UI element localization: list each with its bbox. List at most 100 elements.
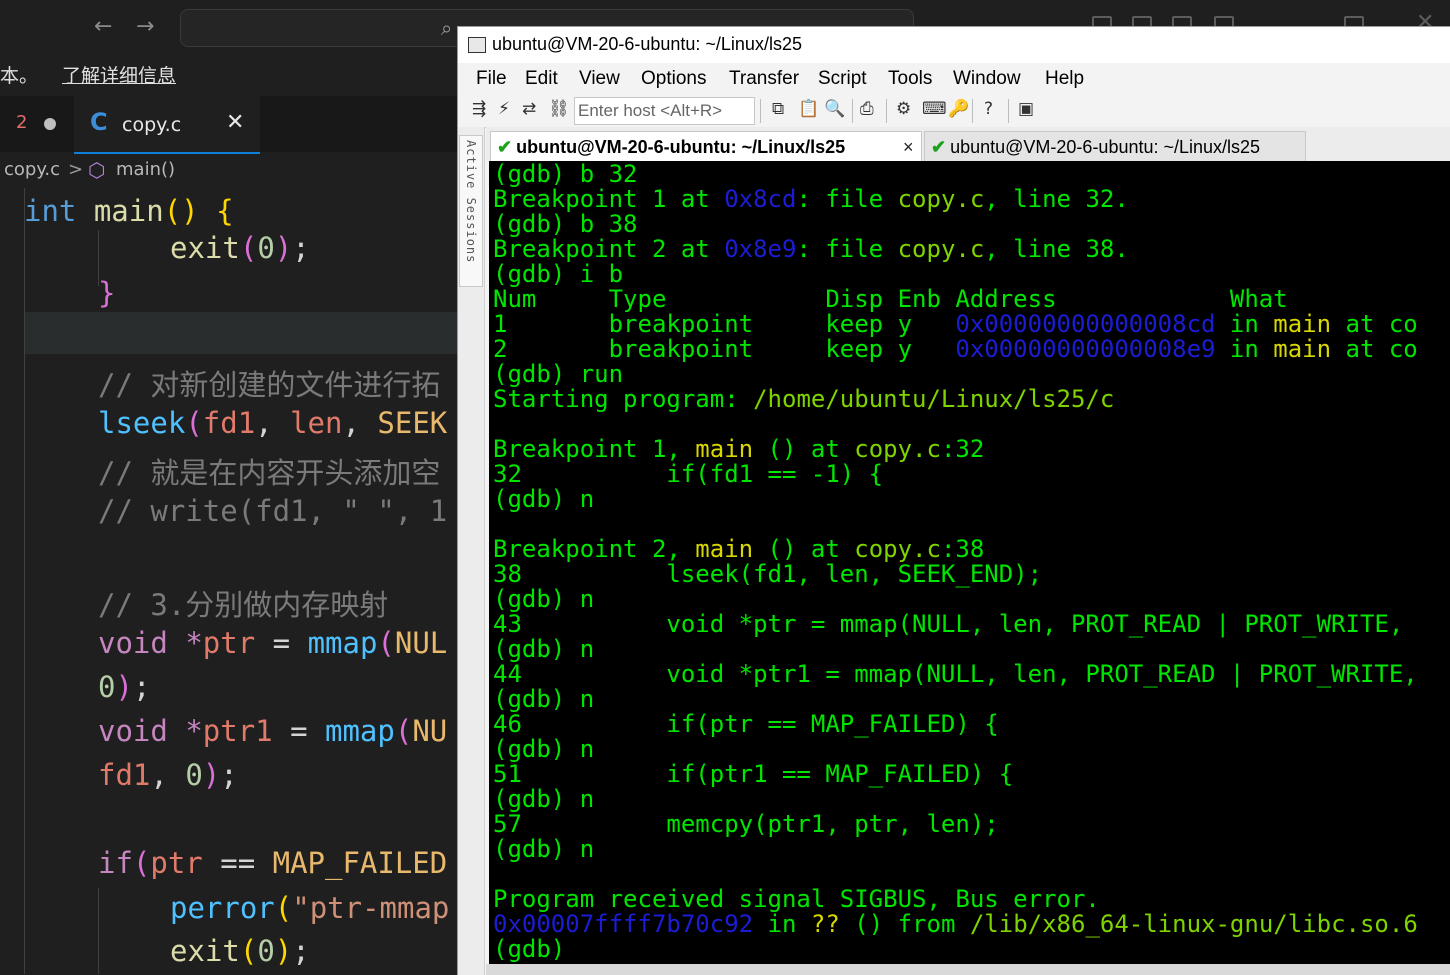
breadcrumb-symbol[interactable]: main(): [116, 152, 175, 188]
host-input[interactable]: Enter host <Alt+R>: [574, 97, 755, 125]
menu-transfer[interactable]: Transfer: [729, 68, 799, 90]
code-token: (: [239, 231, 258, 265]
disconnect-icon[interactable]: ⛓: [548, 99, 570, 119]
code-token: (: [377, 626, 395, 660]
forward-arrow-icon[interactable]: →: [136, 14, 154, 39]
code-token: len: [290, 406, 343, 440]
settings-icon[interactable]: ⚙: [896, 99, 911, 119]
code-token: ;: [292, 934, 310, 968]
terminal-line: Breakpoint 1, main () at copy.c:32: [493, 437, 984, 462]
terminal-text: 46 if(ptr == MAP_FAILED) {: [493, 710, 999, 738]
app-icon: [468, 37, 486, 53]
menu-view[interactable]: View: [579, 68, 620, 90]
terminal-line: (gdb) n: [493, 487, 594, 512]
paste-icon[interactable]: 📋: [798, 99, 819, 119]
terminal-text: copy.c: [854, 535, 941, 563]
toolbar-separator: [1008, 99, 1009, 123]
code-token: *: [185, 714, 203, 748]
find-icon[interactable]: 🔍: [824, 99, 845, 119]
code-line: void *ptr = mmap(NUL: [98, 626, 447, 660]
code-token: "ptr-mmap: [292, 891, 450, 925]
help-icon[interactable]: ?: [984, 99, 993, 119]
code-token: fd1: [202, 406, 256, 440]
terminal-text: (gdb) n: [493, 685, 595, 713]
breadcrumb-file[interactable]: copy.c: [4, 152, 60, 188]
terminal-text: () at: [753, 535, 855, 563]
code-token: ,: [255, 406, 291, 440]
tab-copy-c[interactable]: C copy.c ✕: [74, 96, 260, 154]
code-token: ==: [202, 846, 273, 880]
quick-connect-icon[interactable]: ⚡: [498, 99, 510, 119]
code-token: (: [274, 891, 293, 925]
connect-icon[interactable]: ⇶: [472, 99, 486, 119]
code-token: ptr: [202, 626, 256, 660]
terminal-text: , line 38.: [984, 235, 1129, 263]
menu-help[interactable]: Help: [1045, 68, 1084, 90]
print-icon[interactable]: ⎙: [860, 99, 874, 119]
session-tab-2[interactable]: ✔ ubuntu@VM-20-6-ubuntu: ~/Linux/ls25: [924, 131, 1306, 162]
code-token: ,: [150, 758, 186, 792]
terminal-text: in: [1215, 310, 1274, 338]
code-token: ): [202, 758, 221, 792]
menu-edit[interactable]: Edit: [525, 68, 558, 90]
code-token: =: [272, 714, 326, 748]
close-tab-icon[interactable]: ✕: [226, 110, 244, 135]
terminal-titlebar[interactable]: ubuntu@VM-20-6-ubuntu: ~/Linux/ls25: [458, 27, 1450, 63]
code-line: exit(0);: [170, 934, 310, 968]
terminal-line: 44 void *ptr1 = mmap(NULL, len, PROT_REA…: [493, 662, 1418, 687]
code-line: exit(0);: [170, 231, 310, 265]
code-line: int main() {: [24, 194, 234, 228]
sessions-sidebar: Active Sessions: [458, 127, 485, 975]
terminal-line: 0x00007ffff7b70c92 in ?? () from /lib/x8…: [493, 912, 1418, 937]
code-token: lseek: [98, 406, 186, 440]
code-token: 0: [257, 231, 275, 265]
key-icon[interactable]: 🔑: [948, 99, 969, 119]
code-line: perror("ptr-mmap: [170, 891, 449, 925]
tab-previous[interactable]: 2: [0, 96, 74, 152]
menu-bar: File Edit View Options Transfer Script T…: [458, 63, 1450, 95]
code-token: int: [24, 194, 94, 228]
terminal-text: 32 if(fd1 == -1) {: [493, 460, 884, 488]
menu-file[interactable]: File: [476, 68, 507, 90]
session-tab-label: ubuntu@VM-20-6-ubuntu: ~/Linux/ls25: [950, 137, 1261, 157]
terminal-screen[interactable]: (gdb) b 32 Breakpoint 1 at 0x8cd: file co…: [489, 161, 1450, 964]
terminal-window: ubuntu@VM-20-6-ubuntu: ~/Linux/ls25 File…: [457, 26, 1450, 975]
code-line: }: [98, 276, 115, 310]
terminal-text: (gdb) n: [493, 485, 595, 513]
status-bar: [486, 964, 1450, 975]
terminal-text: main: [1273, 335, 1332, 363]
code-line: if(ptr == MAP_FAILED: [98, 846, 447, 880]
active-sessions-tab[interactable]: Active Sessions: [459, 135, 483, 287]
terminal-text: at co: [1331, 335, 1418, 363]
terminal-text: (gdb) n: [493, 635, 595, 663]
terminal-text: copy.c: [897, 235, 985, 263]
code-line: fd1, 0);: [98, 758, 238, 792]
menu-script[interactable]: Script: [818, 68, 867, 90]
terminal-text: () at: [753, 435, 855, 463]
code-token: // 就是在内容开头添加空: [98, 456, 441, 490]
menu-tools[interactable]: Tools: [888, 68, 932, 90]
search-icon: ⌕: [441, 16, 453, 40]
code-token: ): [274, 934, 293, 968]
terminal-line: (gdb) n: [493, 587, 594, 612]
code-line: // 对新创建的文件进行拓: [98, 362, 440, 404]
learn-more-link[interactable]: 了解详细信息: [62, 56, 176, 96]
close-session-tab-icon[interactable]: ×: [903, 132, 914, 162]
sftp-icon[interactable]: ▣: [1018, 99, 1034, 119]
window-title: ubuntu@VM-20-6-ubuntu: ~/Linux/ls25: [492, 34, 802, 54]
keymap-icon[interactable]: ⌨: [922, 99, 947, 119]
code-token: ,: [342, 406, 378, 440]
menu-window[interactable]: Window: [953, 68, 1021, 90]
terminal-line: 1 breakpoint keep y 0x00000000000008cd i…: [493, 312, 1418, 337]
copy-icon[interactable]: ⧉: [772, 99, 784, 119]
session-tab-label: ubuntu@VM-20-6-ubuntu: ~/Linux/ls25: [516, 137, 846, 157]
back-arrow-icon[interactable]: ←: [94, 14, 112, 39]
code-editor[interactable]: int main() {exit(0);}// 对新创建的文件进行拓 lseek(…: [0, 188, 470, 974]
reconnect-icon[interactable]: ⇄: [522, 99, 536, 119]
unsaved-dot-icon: [44, 118, 56, 130]
session-tab-1[interactable]: ✔ ubuntu@VM-20-6-ubuntu: ~/Linux/ls25 ×: [490, 131, 922, 162]
code-token: fd1: [98, 758, 151, 792]
menu-options[interactable]: Options: [641, 68, 706, 90]
terminal-text: 43 void *ptr = mmap(NULL, len, PROT_READ…: [493, 610, 1404, 638]
code-token: // 对新创建的文件进行拓: [98, 368, 441, 402]
